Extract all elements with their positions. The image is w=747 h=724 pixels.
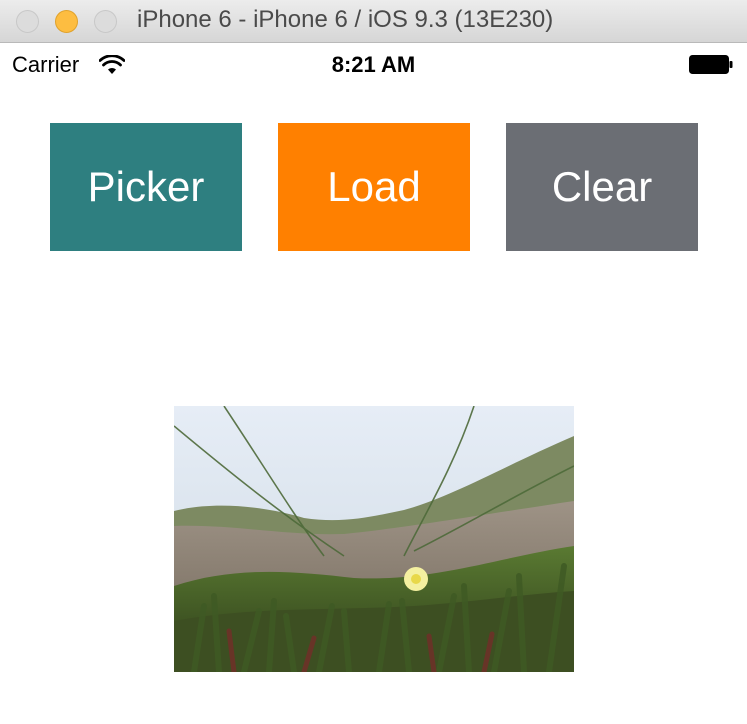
clear-button[interactable]: Clear (506, 123, 698, 251)
load-button[interactable]: Load (278, 123, 470, 251)
minimize-window-button[interactable] (55, 10, 78, 33)
ios-status-bar: Carrier 8:21 AM (0, 44, 747, 84)
picker-button[interactable]: Picker (50, 123, 242, 251)
close-window-button[interactable] (16, 10, 39, 33)
simulator-title-bar: iPhone 6 - iPhone 6 / iOS 9.3 (13E230) (0, 0, 747, 43)
window-title: iPhone 6 - iPhone 6 / iOS 9.3 (13E230) (137, 6, 554, 33)
zoom-window-button[interactable] (94, 10, 117, 33)
status-time: 8:21 AM (331, 52, 416, 77)
battery-icon (689, 55, 733, 74)
loaded-photo (174, 406, 574, 672)
